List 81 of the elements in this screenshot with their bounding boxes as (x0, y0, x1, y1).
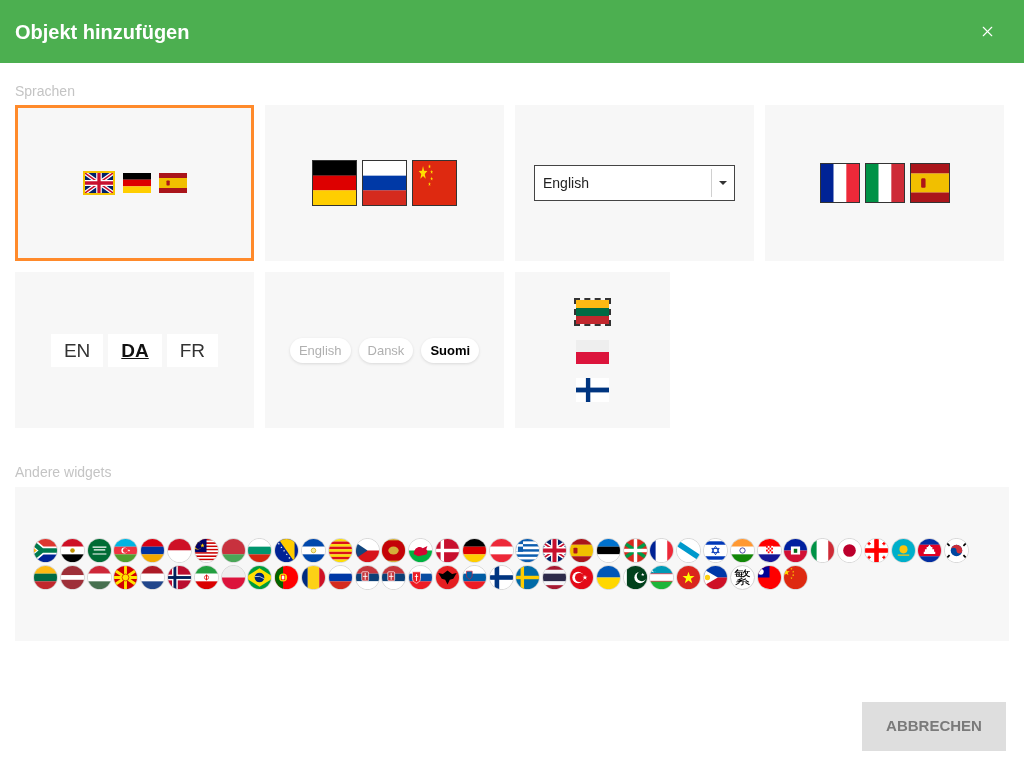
caret-icon (719, 181, 727, 185)
italy-flag-icon[interactable] (864, 163, 905, 203)
serbia-flag-icon[interactable] (354, 565, 380, 590)
malaysia-flag-icon[interactable] (193, 538, 219, 563)
el-salvador-flag-icon[interactable] (300, 538, 326, 563)
poland-flag-icon[interactable] (220, 565, 246, 590)
montenegro-flag-icon[interactable] (381, 538, 407, 563)
poland-flag-icon[interactable] (576, 340, 609, 364)
hungary-flag-icon[interactable] (86, 565, 112, 590)
serbia-flag-icon[interactable] (381, 565, 407, 590)
uk-flag-icon[interactable] (542, 538, 568, 563)
widget-card[interactable] (515, 272, 670, 428)
vietnam-flag-icon[interactable] (676, 565, 702, 590)
uzbekistan-flag-icon[interactable] (649, 565, 675, 590)
dialog-title: Objekt hinzufügen (15, 19, 190, 45)
language-code-button[interactable]: EN (50, 333, 104, 367)
korea-flag-icon[interactable] (944, 538, 970, 563)
greece-flag-icon[interactable] (515, 538, 541, 563)
haiti-flag-icon[interactable] (783, 538, 809, 563)
saudi-arabia-flag-icon[interactable] (86, 538, 112, 563)
language-code-button[interactable]: DA (108, 333, 162, 367)
character-button[interactable]: 繁 (729, 565, 755, 590)
spain-flag-icon[interactable] (158, 173, 187, 193)
sweden-flag-icon[interactable] (515, 565, 541, 590)
austria-flag-icon[interactable] (488, 538, 514, 563)
denmark-flag-icon[interactable] (434, 538, 460, 563)
widget-card[interactable] (265, 105, 504, 261)
pakistan-flag-icon[interactable] (622, 565, 648, 590)
latvia-flag-icon[interactable] (59, 565, 85, 590)
basque-flag-icon[interactable] (622, 538, 648, 563)
macedonia-flag-icon[interactable] (113, 565, 139, 590)
thailand-flag-icon[interactable] (542, 565, 568, 590)
bulgaria-flag-icon[interactable] (247, 538, 273, 563)
widget-card[interactable]: English Dansk Suomi (265, 272, 504, 428)
bosnia-flag-icon[interactable] (274, 538, 300, 563)
azerbaijan-flag-icon[interactable] (113, 538, 139, 563)
ukraine-flag-icon[interactable] (595, 565, 621, 590)
portugal-flag-icon[interactable] (274, 565, 300, 590)
slovenia-flag-icon[interactable] (461, 565, 487, 590)
czech-flag-icon[interactable] (354, 538, 380, 563)
slovakia-flag-icon[interactable] (408, 565, 434, 590)
section-label: Sprachen (15, 82, 76, 101)
norway-flag-icon[interactable] (167, 565, 192, 590)
indonesia-flag-icon[interactable] (167, 538, 192, 563)
russia-flag-icon[interactable] (362, 160, 407, 206)
belarus-flag-icon[interactable] (220, 538, 246, 563)
finland-flag-icon[interactable] (576, 378, 609, 402)
lithuania-flag-icon[interactable] (574, 298, 611, 326)
albania-flag-icon[interactable] (434, 565, 460, 590)
cambodia-flag-icon[interactable] (917, 538, 943, 563)
armenia-flag-icon[interactable] (140, 538, 166, 563)
widget-card[interactable] (765, 105, 1004, 261)
india-flag-icon[interactable] (729, 538, 755, 563)
turkey-flag-icon[interactable] (568, 565, 594, 590)
estonia-flag-icon[interactable] (595, 538, 621, 563)
germany-flag-icon[interactable] (122, 173, 151, 193)
germany-flag-icon[interactable] (312, 160, 357, 206)
taiwan-flag-icon[interactable] (756, 565, 782, 590)
israel-flag-icon[interactable] (702, 538, 728, 563)
catalonia-flag-icon[interactable] (327, 538, 353, 563)
widget-card[interactable]: EN DA FR (15, 272, 254, 428)
france-flag-icon[interactable] (819, 163, 860, 203)
brazil-flag-icon[interactable] (247, 565, 273, 590)
language-pill[interactable]: Suomi (421, 337, 480, 363)
philippines-flag-icon[interactable] (702, 565, 728, 590)
croatia-flag-icon[interactable] (756, 538, 782, 563)
china-flag-icon[interactable] (412, 160, 457, 206)
finland-flag-icon[interactable] (488, 565, 514, 590)
language-select[interactable]: English (534, 165, 735, 201)
egypt-flag-icon[interactable] (59, 538, 85, 563)
widget-card[interactable]: English (515, 105, 754, 261)
spain-flag-icon[interactable] (909, 163, 950, 203)
romania-flag-icon[interactable] (300, 565, 326, 590)
widget-card[interactable]: 繁 (15, 487, 1009, 641)
section-label: Andere widgets (15, 463, 113, 482)
georgia-flag-icon[interactable] (863, 538, 889, 563)
iran-flag-icon[interactable] (193, 565, 219, 590)
language-code-button[interactable]: FR (166, 333, 219, 367)
wales-flag-icon[interactable] (408, 538, 434, 563)
japan-flag-icon[interactable] (836, 538, 862, 563)
netherlands-flag-icon[interactable] (140, 565, 166, 590)
